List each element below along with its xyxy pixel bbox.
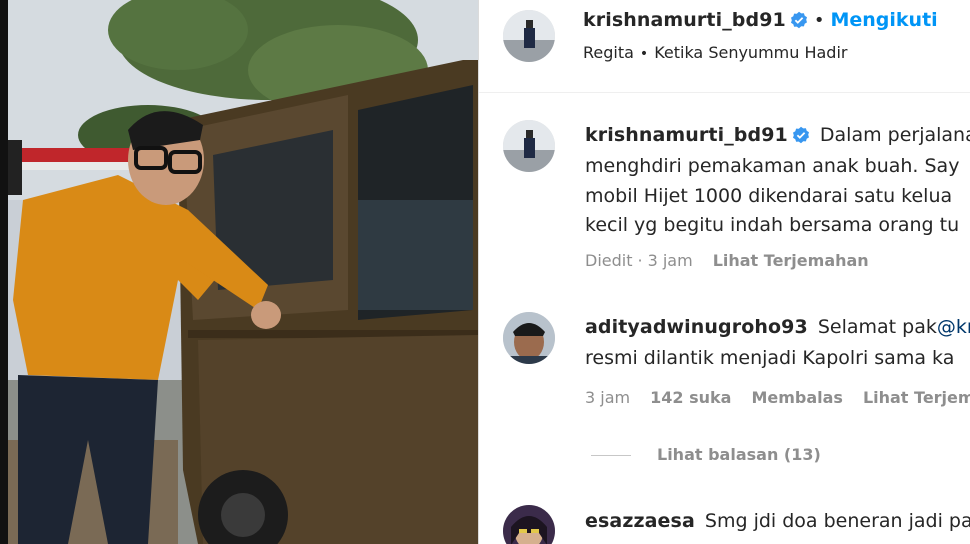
caption-time[interactable]: 3 jam xyxy=(648,251,693,270)
caption-text: kecil yg begitu indah bersama orang tu xyxy=(585,214,960,236)
separator-dot: • xyxy=(639,46,649,62)
post-subline: Regita • Ketika Senyummu Hadir xyxy=(583,38,847,69)
media-left-edge xyxy=(0,0,8,544)
view-replies-label: Lihat balasan (13) xyxy=(657,445,821,464)
following-button[interactable]: Mengikuti xyxy=(830,9,937,31)
post-media[interactable] xyxy=(0,0,478,544)
caption-text: Dalam perjalana xyxy=(819,124,970,146)
post-sidebar: krishnamurti_bd91 • Mengikuti Regita • Ketik… xyxy=(479,0,970,544)
caption-username[interactable]: krishnamurti_bd91 xyxy=(585,124,788,146)
header-divider xyxy=(479,92,970,93)
comment-likes[interactable]: 142 suka xyxy=(650,388,731,407)
see-translation-link[interactable]: Lihat Terjema xyxy=(863,388,970,407)
replies-divider xyxy=(591,455,631,456)
caption-meta: Diedit · 3 jam Lihat Terjemahan xyxy=(585,246,869,276)
edited-label: Diedit xyxy=(585,251,633,270)
post-photo xyxy=(8,0,478,544)
comment-text: Selamat pak xyxy=(817,316,937,338)
tagged-user[interactable]: Regita xyxy=(583,43,634,62)
verified-badge-icon xyxy=(790,8,808,38)
comment-meta: 3 jam 142 suka Membalas Lihat Terjema xyxy=(585,383,970,413)
author-avatar[interactable] xyxy=(503,10,555,62)
commenter-avatar[interactable] xyxy=(503,505,555,544)
comment-text: Smg jdi doa beneran jadi pa xyxy=(704,510,970,532)
comment-username[interactable]: adityadwinugroho93 xyxy=(585,316,808,338)
caption-text: mobil Hijet 1000 dikendarai satu kelua xyxy=(585,185,953,207)
caption-avatar[interactable] xyxy=(503,120,555,172)
view-replies-button[interactable]: Lihat balasan (13) xyxy=(657,440,821,470)
caption-line-1: krishnamurti_bd91 Dalam perjalana xyxy=(585,120,970,153)
commenter-avatar[interactable] xyxy=(503,312,555,364)
author-username[interactable]: krishnamurti_bd91 xyxy=(583,9,786,31)
separator-dot: · xyxy=(637,251,643,270)
see-translation-link[interactable]: Lihat Terjemahan xyxy=(713,251,869,270)
comment-time[interactable]: 3 jam xyxy=(585,388,630,407)
separator-dot: • xyxy=(813,10,825,31)
reply-button[interactable]: Membalas xyxy=(751,388,843,407)
comment-line-1: adityadwinugroho93 Selamat pak@kr xyxy=(585,312,970,342)
comment-text: resmi dilantik menjadi Kapolri sama ka xyxy=(585,347,955,369)
caption-text: menghdiri pemakaman anak buah. Say xyxy=(585,155,960,177)
verified-badge-icon xyxy=(792,123,810,153)
comment-mention[interactable]: @kr xyxy=(937,316,970,338)
comment-username[interactable]: esazzaesa xyxy=(585,510,695,532)
comment-line-1: esazzaesa Smg jdi doa beneran jadi pa xyxy=(585,506,970,536)
post-header-title: krishnamurti_bd91 • Mengikuti xyxy=(583,5,938,38)
audio-track[interactable]: Ketika Senyummu Hadir xyxy=(654,43,847,62)
